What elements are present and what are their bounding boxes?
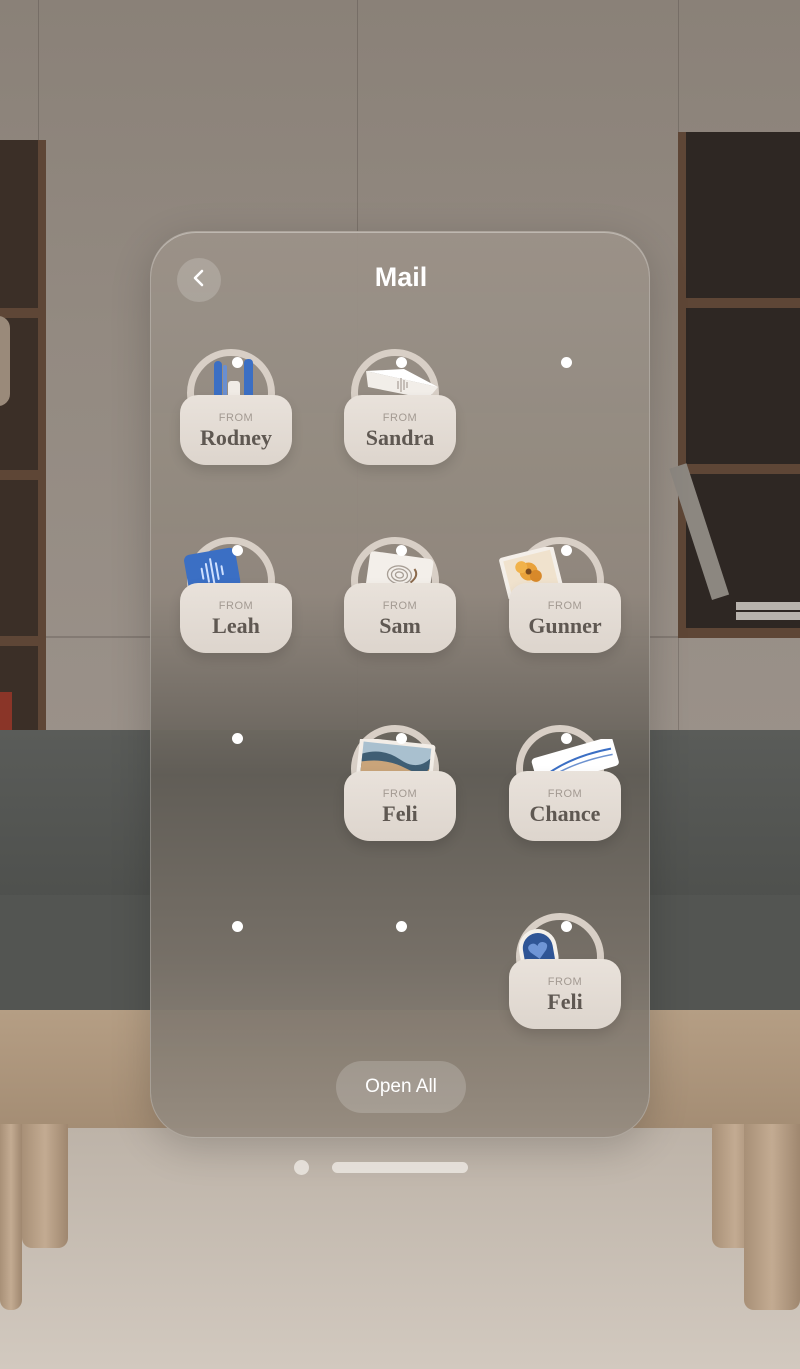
from-label: FROM bbox=[382, 600, 418, 612]
sender-name: Feli bbox=[382, 801, 418, 826]
bookshelf-left bbox=[0, 140, 46, 776]
mail-slot: FROM Leah bbox=[178, 537, 296, 685]
open-all-button[interactable]: Open All bbox=[336, 1061, 466, 1113]
sender-name: Feli bbox=[547, 989, 583, 1014]
slot-marker bbox=[232, 357, 243, 368]
sender-name: Leah bbox=[212, 613, 260, 638]
slot-marker bbox=[561, 357, 572, 368]
mail-basket-gunner[interactable]: FROM Gunner bbox=[499, 537, 625, 669]
slot-marker bbox=[396, 733, 407, 744]
window-grab-bar[interactable] bbox=[332, 1162, 468, 1173]
from-label: FROM bbox=[547, 600, 583, 612]
mail-pocket: FROM Sam bbox=[344, 583, 456, 653]
from-label: FROM bbox=[218, 600, 254, 612]
mail-slot-empty bbox=[507, 357, 625, 497]
mail-pocket: FROM Feli bbox=[344, 771, 456, 841]
table-leg bbox=[22, 1124, 68, 1248]
from-label: FROM bbox=[547, 976, 583, 988]
sender-name: Rodney bbox=[199, 425, 273, 450]
mail-pocket: FROM Sandra bbox=[344, 395, 456, 465]
mail-slot: FROM Sam bbox=[342, 537, 460, 685]
slot-marker bbox=[561, 733, 572, 744]
mail-basket-sandra[interactable]: FROM Sandra bbox=[342, 349, 460, 481]
mail-pocket: FROM Chance bbox=[509, 771, 621, 841]
mail-basket-leah[interactable]: FROM Leah bbox=[178, 537, 296, 669]
slot-marker bbox=[561, 545, 572, 556]
mail-basket-rodney[interactable]: FROM Rodney bbox=[178, 349, 296, 481]
table-leg bbox=[744, 1124, 800, 1310]
slot-marker bbox=[396, 545, 407, 556]
mail-pocket: FROM Rodney bbox=[180, 395, 292, 465]
from-label: FROM bbox=[382, 412, 418, 424]
table-leg bbox=[0, 1124, 22, 1310]
mail-slot: FROM Feli bbox=[342, 725, 460, 873]
slot-marker bbox=[561, 921, 572, 932]
mail-slot: FROM Rodney bbox=[178, 349, 296, 497]
mail-pocket: FROM Feli bbox=[509, 959, 621, 1029]
mail-basket-feli[interactable]: FROM Feli bbox=[342, 725, 460, 857]
book bbox=[669, 463, 730, 600]
page-title: Mail bbox=[374, 262, 428, 292]
mail-slot: FROM Sandra bbox=[342, 349, 460, 497]
mail-slot-empty bbox=[342, 921, 460, 1061]
mail-slot: FROM Feli bbox=[507, 913, 625, 1061]
mail-slot-empty bbox=[178, 921, 296, 1061]
mail-basket-sam[interactable]: FROM Sam bbox=[342, 537, 460, 669]
slot-marker bbox=[232, 733, 243, 744]
from-label: FROM bbox=[547, 788, 583, 800]
slot-marker bbox=[396, 357, 407, 368]
mail-slot: FROM Gunner bbox=[499, 537, 625, 685]
mail-basket-feli-2[interactable]: FROM Feli bbox=[507, 913, 625, 1045]
slot-marker bbox=[396, 921, 407, 932]
slot-marker bbox=[232, 921, 243, 932]
slot-marker bbox=[232, 545, 243, 556]
bookshelf-right bbox=[669, 132, 800, 638]
sender-name: Sam bbox=[379, 613, 421, 638]
mail-slot-empty bbox=[178, 733, 296, 873]
mail-pocket: FROM Leah bbox=[180, 583, 292, 653]
mail-slot: FROM Chance bbox=[507, 725, 625, 873]
sender-name: Chance bbox=[529, 801, 601, 826]
sender-name: Gunner bbox=[528, 613, 602, 638]
vase bbox=[0, 316, 10, 406]
from-label: FROM bbox=[218, 412, 254, 424]
window-close-dot[interactable] bbox=[294, 1160, 309, 1175]
mail-basket-chance[interactable]: FROM Chance bbox=[507, 725, 625, 857]
sender-name: Sandra bbox=[365, 425, 435, 450]
mail-window: Mail FROM Rodney FROM Sandra FROM Leah F… bbox=[150, 231, 650, 1138]
from-label: FROM bbox=[382, 788, 418, 800]
mail-pocket: FROM Gunner bbox=[509, 583, 621, 653]
